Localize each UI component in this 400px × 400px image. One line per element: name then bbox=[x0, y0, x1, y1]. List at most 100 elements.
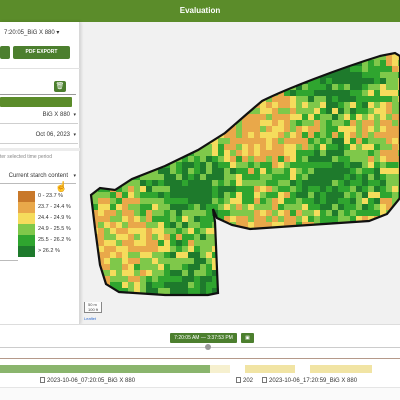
heatmap-cell bbox=[380, 108, 386, 114]
heatmap-cell bbox=[344, 246, 350, 252]
calendar-icon[interactable]: ▣ bbox=[241, 333, 254, 343]
heatmap-cell bbox=[386, 192, 392, 198]
heatmap-cell bbox=[218, 294, 224, 295]
heatmap-cell bbox=[362, 240, 368, 246]
heatmap-cell bbox=[122, 168, 128, 174]
heatmap-cell bbox=[182, 162, 188, 168]
heatmap-cell bbox=[98, 282, 104, 288]
heatmap-cell bbox=[91, 114, 92, 120]
heatmap-cell bbox=[296, 282, 302, 288]
file-item[interactable]: 2023-10-06_07:20:05_BiG X 880 bbox=[40, 377, 135, 384]
heatmap-cell bbox=[152, 240, 158, 246]
time-slider-track[interactable] bbox=[0, 347, 400, 348]
heatmap-cell bbox=[380, 66, 386, 72]
heatmap-cell bbox=[362, 42, 368, 48]
action-button[interactable] bbox=[0, 46, 10, 59]
heatmap-cell bbox=[344, 174, 350, 180]
machine-select[interactable]: BiG X 880 ▾ bbox=[0, 108, 78, 124]
heatmap-cell bbox=[302, 144, 308, 150]
heatmap-cell bbox=[158, 102, 164, 108]
heatmap-cell bbox=[230, 60, 236, 66]
heatmap-cell bbox=[91, 66, 92, 72]
heatmap-cell bbox=[368, 282, 374, 288]
heatmap-cell bbox=[110, 216, 116, 222]
heatmap-cell bbox=[176, 53, 182, 54]
heatmap-cell bbox=[188, 174, 194, 180]
heatmap-cell bbox=[80, 42, 86, 48]
trash-icon[interactable]: 🗑 bbox=[54, 81, 66, 92]
heatmap-cell bbox=[98, 150, 104, 156]
heatmap-cell bbox=[182, 102, 188, 108]
legend-item: 24.9 - 25.5 % bbox=[18, 224, 80, 235]
file-item[interactable]: 2023-10-06_17:20:59_BiG X 880 bbox=[262, 377, 357, 384]
heatmap-cell bbox=[386, 300, 392, 306]
heatmap-cell bbox=[182, 234, 188, 240]
heatmap-cell bbox=[386, 42, 392, 48]
time-range-badge[interactable]: 7:20:05 AM — 3:37:53 PM bbox=[170, 333, 237, 343]
pdf-export-button[interactable]: PDF EXPORT bbox=[13, 46, 70, 59]
heatmap-cell bbox=[236, 96, 242, 102]
heatmap-cell bbox=[92, 258, 98, 264]
heatmap-cell bbox=[206, 270, 212, 276]
heatmap-cell bbox=[254, 210, 260, 216]
heatmap-cell bbox=[374, 168, 380, 174]
field-heatmap[interactable] bbox=[80, 22, 400, 324]
heatmap-cell bbox=[350, 276, 356, 282]
heatmap-cell bbox=[308, 234, 314, 240]
heatmap-cell bbox=[128, 228, 134, 234]
heatmap-cell bbox=[146, 210, 152, 216]
heatmap-cell bbox=[392, 216, 398, 222]
heatmap-cell bbox=[278, 144, 284, 150]
heatmap-cell bbox=[284, 186, 290, 192]
time-slider-handle[interactable] bbox=[205, 344, 211, 350]
heatmap-cell bbox=[200, 270, 206, 276]
heatmap-cell bbox=[194, 186, 200, 192]
heatmap-cell bbox=[374, 150, 380, 156]
heatmap-cell bbox=[182, 144, 188, 150]
heatmap-cell bbox=[248, 222, 254, 228]
heatmap-cell bbox=[296, 186, 302, 192]
heatmap-cell bbox=[236, 246, 242, 252]
heatmap-cell bbox=[290, 186, 296, 192]
heatmap-cell bbox=[314, 66, 320, 72]
heatmap-cell bbox=[122, 78, 128, 84]
heatmap-cell bbox=[110, 102, 116, 108]
heatmap-cell bbox=[158, 252, 164, 258]
heatmap-cell bbox=[128, 54, 134, 60]
map-view[interactable]: 50 m 100 ft Leaflet bbox=[80, 22, 400, 324]
heatmap-cell bbox=[326, 300, 332, 306]
heatmap-cell bbox=[386, 228, 392, 234]
heatmap-cell bbox=[296, 42, 302, 48]
recording-track-active[interactable] bbox=[0, 365, 210, 373]
heatmap-cell bbox=[230, 72, 236, 78]
heatmap-cell bbox=[248, 120, 254, 126]
heatmap-cell bbox=[344, 228, 350, 234]
heatmap-cell bbox=[320, 246, 326, 252]
heatmap-cell bbox=[254, 156, 260, 162]
heatmap-cell bbox=[140, 252, 146, 258]
heatmap-cell bbox=[188, 126, 194, 132]
dataset-select[interactable]: 7:20:05_BiG X 880 ▾ bbox=[4, 29, 76, 36]
map-attribution-link[interactable]: Leaflet bbox=[84, 316, 96, 321]
heatmap-cell bbox=[296, 258, 302, 264]
heatmap-cell bbox=[392, 42, 398, 48]
recording-track[interactable] bbox=[245, 365, 295, 373]
heatmap-cell bbox=[302, 168, 308, 174]
file-item[interactable]: 202 bbox=[236, 377, 253, 384]
date-select[interactable]: Oct 06, 2023 ▾ bbox=[0, 128, 78, 144]
heatmap-cell bbox=[92, 72, 98, 78]
heatmap-cell bbox=[332, 144, 338, 150]
heatmap-cell bbox=[314, 84, 320, 90]
document-icon bbox=[236, 377, 241, 383]
recording-track[interactable] bbox=[310, 365, 372, 373]
heatmap-cell bbox=[194, 66, 200, 72]
heatmap-cell bbox=[386, 174, 392, 180]
apply-bar-button[interactable] bbox=[0, 97, 72, 107]
heatmap-cell bbox=[362, 114, 368, 120]
heatmap-cell bbox=[116, 210, 122, 216]
heatmap-cell bbox=[242, 72, 248, 78]
heatmap-cell bbox=[392, 300, 398, 306]
heatmap-cell bbox=[110, 240, 116, 246]
heatmap-cell bbox=[392, 234, 398, 240]
heatmap-cell bbox=[200, 162, 206, 168]
